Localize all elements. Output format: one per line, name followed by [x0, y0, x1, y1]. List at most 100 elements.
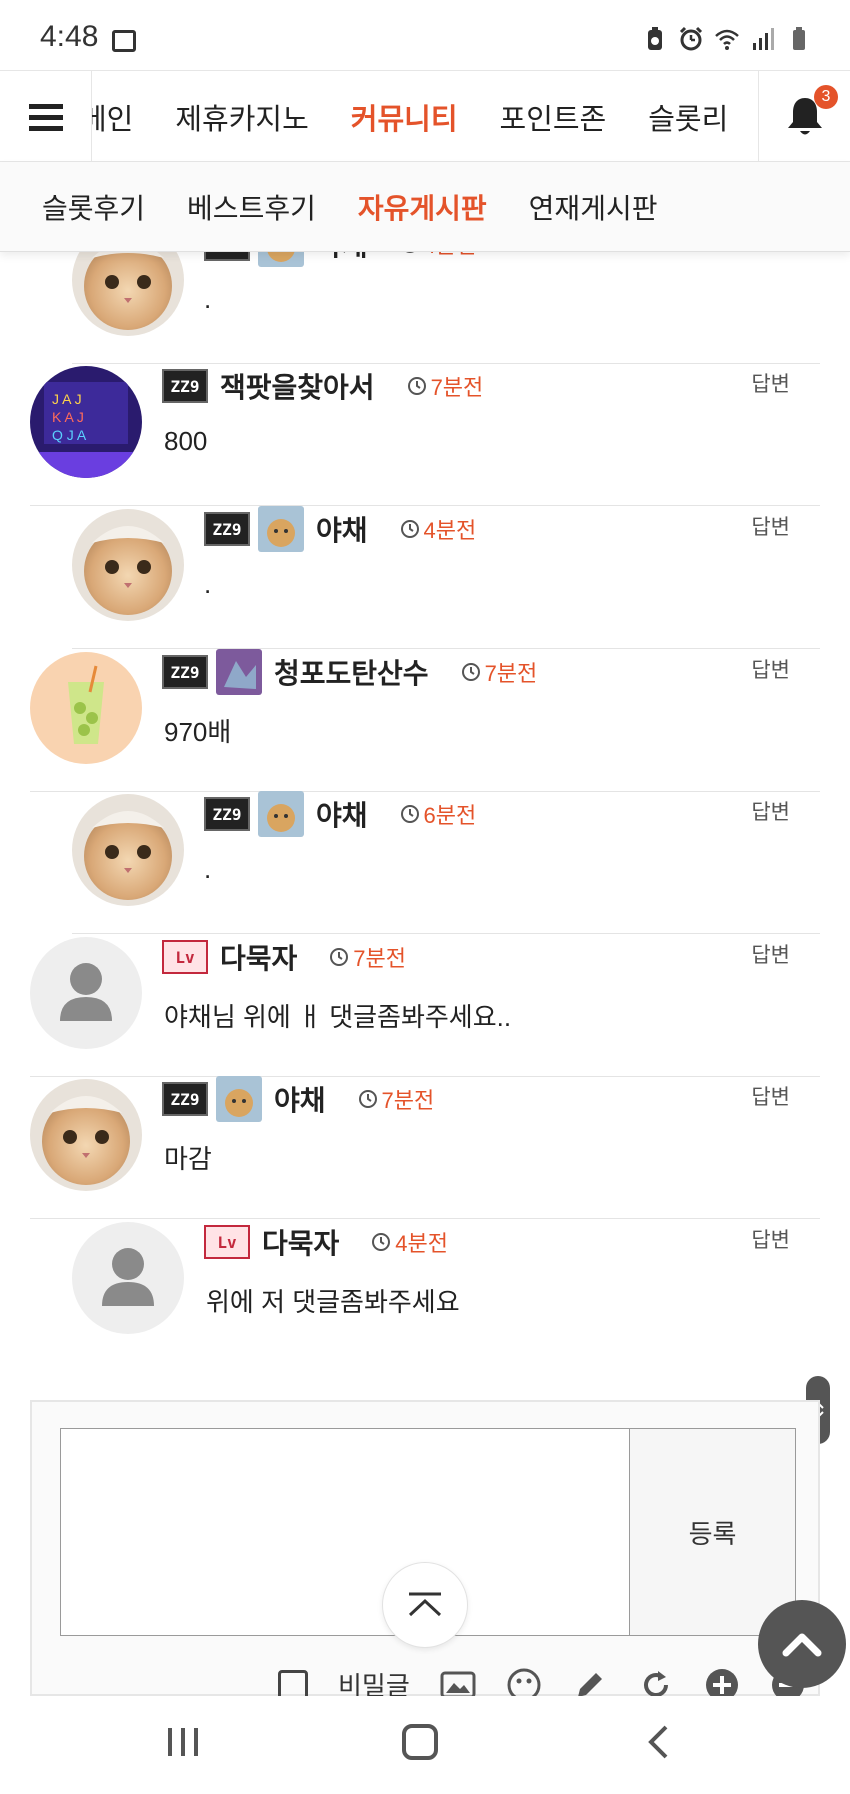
drink-avatar	[30, 652, 142, 764]
battery-saver-icon	[648, 27, 662, 50]
comment-nickname[interactable]: 야채	[316, 794, 368, 834]
reply-button[interactable]: 답변	[751, 511, 790, 541]
comment-meta: ZZ9 야채 7분전	[162, 1076, 434, 1122]
status-bar: 4:48	[0, 0, 850, 70]
nav-item-point-zone[interactable]: 포인트존	[500, 96, 607, 138]
profile-icon-badge	[216, 649, 262, 695]
comment-time: 4분전	[371, 1226, 448, 1258]
comment-nickname[interactable]: 다묵자	[220, 937, 297, 977]
scroll-top-button[interactable]	[382, 1562, 468, 1648]
svg-text:Q J A: Q J A	[52, 427, 87, 443]
status-icons	[642, 26, 812, 52]
comment-meta: ZZ9 야채 4분전	[204, 252, 477, 267]
comment-time-text: 7분전	[353, 946, 406, 971]
svg-text:J A J: J A J	[52, 391, 82, 407]
comment-nickname[interactable]: 야채	[316, 509, 368, 549]
clock-icon	[400, 805, 419, 823]
comment-item: Lv 다묵자 4분전 답변 위에 저 댓글좀봐주세요	[72, 1220, 820, 1362]
comment-content: .	[204, 284, 212, 314]
clock-icon	[400, 520, 419, 538]
level-badge: Lv	[162, 940, 208, 974]
sub-item-best-review[interactable]: 베스트후기	[187, 187, 316, 227]
sub-nav: 슬롯후기 베스트후기 자유게시판 연재게시판	[0, 162, 850, 252]
comment-nickname[interactable]: 야채	[316, 252, 368, 264]
level-badge: ZZ9	[162, 655, 208, 689]
back-icon[interactable]	[646, 1724, 670, 1760]
comment-time: 4분전	[400, 252, 477, 260]
android-nav-bar	[0, 1696, 850, 1794]
image-icon	[112, 30, 136, 52]
battery-icon	[793, 27, 805, 50]
comment-content: 마감	[164, 1144, 212, 1174]
clock-icon	[405, 252, 414, 253]
hamburger-icon	[28, 104, 63, 131]
level-badge: ZZ9	[204, 252, 250, 261]
comment-content: .	[204, 569, 212, 599]
cat-avatar	[72, 794, 184, 906]
secret-checkbox[interactable]	[278, 1669, 308, 1700]
comment-item: ZZ9 청포도탄산수 7분전 답변 970배	[30, 649, 820, 792]
reply-button[interactable]: 답변	[751, 368, 790, 398]
comment-time-text: 6분전	[423, 803, 477, 828]
comment-item: ZZ9 야채 4분전 답변 .	[72, 252, 820, 364]
reply-button[interactable]: 답변	[751, 654, 790, 684]
notification-button[interactable]: 3	[758, 71, 850, 163]
sub-item-serial-board[interactable]: 연재게시판	[529, 187, 658, 227]
comment-nickname[interactable]: 청포도탄산수	[274, 652, 429, 692]
comment-time-text: 4분전	[424, 252, 477, 260]
nav-item-partner-casino[interactable]: 제휴카지노	[175, 96, 308, 138]
comment-time: 7분전	[461, 656, 538, 688]
cat-avatar	[72, 252, 184, 336]
level-badge: ZZ9	[162, 1082, 208, 1116]
comment-meta: ZZ9 잭팟을찾아서 7분전	[162, 364, 483, 408]
clock-icon	[407, 377, 426, 395]
comment-time-text: 4분전	[423, 518, 477, 543]
comment-time-text: 7분전	[484, 661, 538, 686]
nav-item-main[interactable]: 메인	[92, 96, 133, 138]
slot-avatar: J A J K A J Q J A	[30, 366, 142, 478]
comment-nickname[interactable]: 야채	[274, 1079, 326, 1119]
comment-item: ZZ9 야채 7분전 답변 마감	[30, 1076, 820, 1219]
comment-meta: ZZ9 청포도탄산수 7분전	[162, 649, 538, 695]
comment-textarea[interactable]	[60, 1428, 630, 1636]
reply-button[interactable]: 답변	[751, 796, 790, 826]
comment-time: 7분전	[329, 941, 406, 973]
comment-meta: ZZ9 야채 6분전	[204, 791, 477, 837]
comment-write-box: 등록 비밀글	[30, 1400, 820, 1701]
cat-avatar	[72, 509, 184, 621]
nav-item-community[interactable]: 커뮤니티	[351, 96, 458, 138]
top-nav-scroll[interactable]: 메인 제휴카지노 커뮤니티 포인트존 슬롯리	[92, 71, 758, 163]
default-user-avatar	[72, 1222, 184, 1334]
double-chevron-up-icon	[408, 1592, 442, 1617]
comment-nickname[interactable]: 다묵자	[262, 1222, 339, 1262]
comment-time: 4분전	[400, 513, 477, 545]
comment-nickname[interactable]: 잭팟을찾아서	[220, 366, 375, 406]
comment-item: ZZ9 야채 4분전 답변 .	[72, 506, 820, 649]
wifi-icon	[715, 29, 739, 50]
cat-avatar	[30, 1079, 142, 1191]
comment-time: 7분전	[358, 1083, 434, 1115]
svg-text:K A J: K A J	[52, 409, 84, 425]
scroll-up-fab[interactable]	[758, 1600, 846, 1688]
submit-button[interactable]: 등록	[630, 1428, 796, 1636]
sub-item-slot-review[interactable]: 슬롯후기	[42, 187, 145, 227]
menu-button[interactable]	[0, 71, 92, 163]
level-badge: ZZ9	[204, 512, 250, 546]
comment-meta: ZZ9 야채 4분전	[204, 506, 477, 552]
nav-item-slot[interactable]: 슬롯리	[648, 96, 728, 138]
reply-button[interactable]: 답변	[751, 1081, 790, 1111]
reply-button[interactable]: 답변	[751, 252, 790, 256]
reply-button[interactable]: 답변	[751, 939, 790, 969]
clock-icon	[372, 1233, 391, 1251]
comment-time: 6분전	[400, 798, 477, 830]
recent-apps-icon[interactable]	[166, 1726, 200, 1758]
comment-item: J A J K A J Q J A ZZ9 잭팟을찾아서 7분전 답변 800	[30, 364, 820, 506]
sub-item-free-board[interactable]: 자유게시판	[358, 187, 487, 227]
comment-content: 위에 저 댓글좀봐주세요	[206, 1287, 460, 1317]
reply-button[interactable]: 답변	[751, 1224, 790, 1254]
notification-badge: 3	[814, 85, 838, 109]
clock-icon	[330, 948, 349, 966]
home-icon[interactable]	[402, 1724, 438, 1760]
comment-content: 800	[164, 426, 208, 456]
signal-icon	[753, 28, 774, 50]
